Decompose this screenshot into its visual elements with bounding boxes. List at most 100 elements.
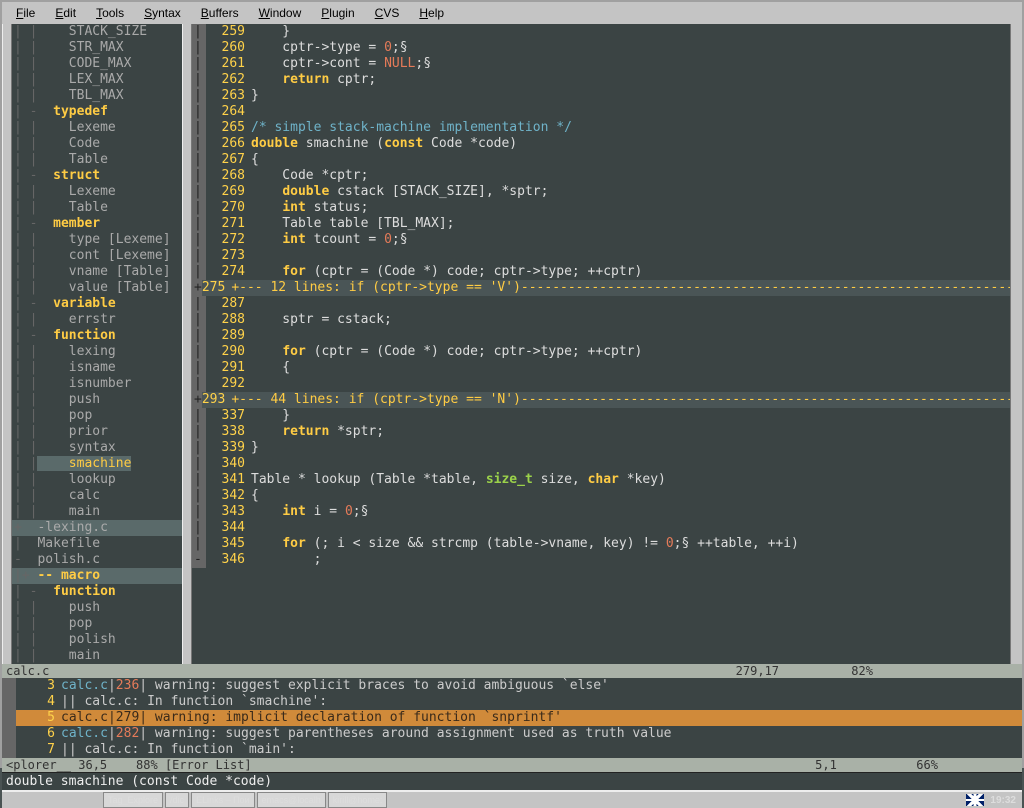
code-line[interactable]: |344 (192, 520, 1010, 536)
tag-item[interactable]: | | main (12, 648, 182, 664)
tag-item[interactable]: | - member (12, 216, 182, 232)
error-list[interactable]: 3 calc.c|236| warning: suggest explicit … (2, 678, 1022, 758)
tag-item[interactable]: - polish.c (12, 552, 182, 568)
tag-item[interactable]: | | pop (12, 408, 182, 424)
code-line[interactable]: |270 int status; (192, 200, 1010, 216)
code-line[interactable]: +275 +--- 12 lines: if (cptr->type == 'V… (192, 280, 1010, 296)
tag-item[interactable]: | | Table (12, 200, 182, 216)
tag-item[interactable]: | | isname (12, 360, 182, 376)
menu-buffers[interactable]: Buffers (191, 4, 249, 22)
tag-item[interactable]: | | Lexeme (12, 184, 182, 200)
code-line[interactable]: |337 } (192, 408, 1010, 424)
task-button[interactable]: Tag_Explore (103, 792, 163, 808)
tag-item[interactable]: | | lexing (12, 344, 182, 360)
keyboard-layout-icon[interactable] (966, 794, 984, 806)
task-button[interactable]: /dic (165, 792, 189, 808)
tag-item[interactable]: | - typedef (12, 104, 182, 120)
code-line[interactable]: |343 int i = 0;§ (192, 504, 1010, 520)
desktop-taskbar[interactable]: Tag_Explore/dicELinks – Поиemacs@localhk… (2, 790, 1022, 808)
code-line[interactable]: |261 cptr->cont = NULL;§ (192, 56, 1010, 72)
code-line[interactable]: |271 Table table [TBL_MAX]; (192, 216, 1010, 232)
task-button[interactable]: kirill@home: (328, 792, 388, 808)
code-line[interactable]: |262 return cptr; (192, 72, 1010, 88)
tag-item[interactable]: | | isnumber (12, 376, 182, 392)
menu-syntax[interactable]: Syntax (134, 4, 191, 22)
code-line[interactable]: |267 { (192, 152, 1010, 168)
error-line[interactable]: 3 calc.c|236| warning: suggest explicit … (2, 678, 1022, 694)
tag-item[interactable]: | | smachine (12, 456, 182, 472)
code-line[interactable]: |341 Table * lookup (Table *table, size_… (192, 472, 1010, 488)
task-button[interactable]: emacs@localh (257, 792, 326, 808)
left-scrollbar[interactable] (2, 24, 12, 664)
tag-item[interactable]: | | main (12, 504, 182, 520)
tag-item[interactable]: | | Code (12, 136, 182, 152)
menu-file[interactable]: File (6, 4, 45, 22)
tag-item[interactable]: |+ -- macro (12, 568, 182, 584)
menu-cvs[interactable]: CVS (365, 4, 410, 22)
code-line[interactable]: +293 +--- 44 lines: if (cptr->type == 'N… (192, 392, 1010, 408)
code-line[interactable]: |291 { (192, 360, 1010, 376)
code-line[interactable]: |287 (192, 296, 1010, 312)
tag-item[interactable]: | | push (12, 392, 182, 408)
split-handle[interactable] (182, 24, 192, 664)
task-button[interactable]: ELinks – Пои (191, 792, 255, 808)
tag-item[interactable]: | - struct (12, 168, 182, 184)
tag-item[interactable]: | | push (12, 600, 182, 616)
tag-item[interactable]: | | value [Table] (12, 280, 182, 296)
tag-item[interactable]: | | calc (12, 488, 182, 504)
error-line[interactable]: 5 calc.c|279| warning: implicit declarat… (2, 710, 1022, 726)
tag-item[interactable]: | | cont [Lexeme] (12, 248, 182, 264)
code-line[interactable]: -346 ; (192, 552, 1010, 568)
tag-item[interactable]: | - function (12, 328, 182, 344)
menu-help[interactable]: Help (409, 4, 454, 22)
right-scrollbar[interactable] (1010, 24, 1022, 664)
menu-window[interactable]: Window (249, 4, 312, 22)
tag-item[interactable]: | | STACK_SIZE (12, 24, 182, 40)
code-line[interactable]: |290 for (cptr = (Code *) code; cptr->ty… (192, 344, 1010, 360)
code-line[interactable]: |265 /* simple stack-machine implementat… (192, 120, 1010, 136)
tag-item[interactable]: | Makefile (12, 536, 182, 552)
code-line[interactable]: |289 (192, 328, 1010, 344)
tag-item[interactable]: | | pop (12, 616, 182, 632)
tag-item[interactable]: | | polish (12, 632, 182, 648)
code-line[interactable]: |339 } (192, 440, 1010, 456)
code-line[interactable]: |263 } (192, 88, 1010, 104)
tag-item[interactable]: | | Lexeme (12, 120, 182, 136)
tag-item[interactable]: | | type [Lexeme] (12, 232, 182, 248)
code-editor[interactable]: |259 }|260 cptr->type = 0;§|261 cptr->co… (192, 24, 1010, 664)
tag-item[interactable]: | | Table (12, 152, 182, 168)
code-line[interactable]: |288 sptr = cstack; (192, 312, 1010, 328)
tag-item[interactable]: | - variable (12, 296, 182, 312)
code-line[interactable]: |338 return *sptr; (192, 424, 1010, 440)
menu-edit[interactable]: Edit (45, 4, 86, 22)
tag-item[interactable]: + -lexing.c (12, 520, 182, 536)
code-line[interactable]: |266 double smachine (const Code *code) (192, 136, 1010, 152)
tag-item[interactable]: | | vname [Table] (12, 264, 182, 280)
tag-item[interactable]: | | STR_MAX (12, 40, 182, 56)
code-line[interactable]: |342 { (192, 488, 1010, 504)
tag-item[interactable]: | | errstr (12, 312, 182, 328)
tag-item[interactable]: | | CODE_MAX (12, 56, 182, 72)
code-line[interactable]: |269 double cstack [STACK_SIZE], *sptr; (192, 184, 1010, 200)
menubar[interactable]: FileEditToolsSyntaxBuffersWindowPluginCV… (2, 2, 1022, 24)
code-line[interactable]: |340 (192, 456, 1010, 472)
menu-plugin[interactable]: Plugin (311, 4, 364, 22)
code-line[interactable]: |259 } (192, 24, 1010, 40)
menu-tools[interactable]: Tools (86, 4, 134, 22)
tag-item[interactable]: | - function (12, 584, 182, 600)
error-line[interactable]: 4 || calc.c: In function `smachine': (2, 694, 1022, 710)
tag-item[interactable]: | | LEX_MAX (12, 72, 182, 88)
tag-item[interactable]: | | syntax (12, 440, 182, 456)
error-line[interactable]: 7 || calc.c: In function `main': (2, 742, 1022, 758)
code-line[interactable]: |268 Code *cptr; (192, 168, 1010, 184)
code-line[interactable]: |274 for (cptr = (Code *) code; cptr->ty… (192, 264, 1010, 280)
code-line[interactable]: |345 for (; i < size && strcmp (table->v… (192, 536, 1010, 552)
tag-explorer[interactable]: | | STACK_SIZE| | STR_MAX| | CODE_MAX| |… (12, 24, 182, 664)
code-line[interactable]: |273 (192, 248, 1010, 264)
tag-item[interactable]: | | lookup (12, 472, 182, 488)
code-line[interactable]: |292 (192, 376, 1010, 392)
tag-item[interactable]: | | prior (12, 424, 182, 440)
error-line[interactable]: 6 calc.c|282| warning: suggest parenthes… (2, 726, 1022, 742)
code-line[interactable]: |260 cptr->type = 0;§ (192, 40, 1010, 56)
code-line[interactable]: |272 int tcount = 0;§ (192, 232, 1010, 248)
